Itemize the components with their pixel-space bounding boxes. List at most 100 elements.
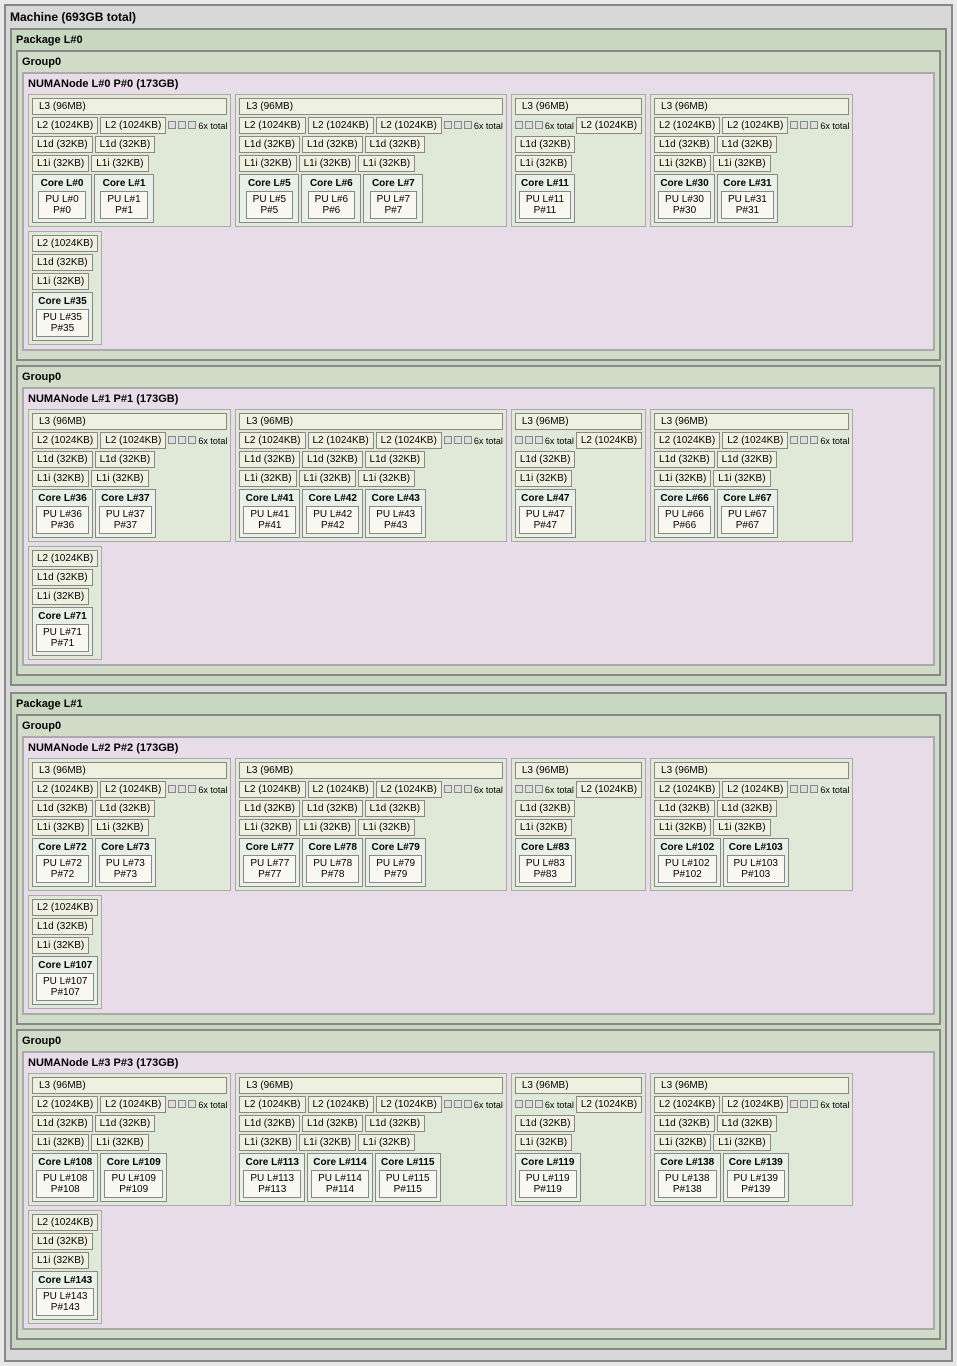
l1i-cache: L1i (32KB): [91, 470, 148, 487]
core-box: Core L#109PU L#109 P#109: [100, 1153, 166, 1202]
l1d-cache: L1d (32KB): [239, 800, 300, 817]
l2-row: L2 (1024KB)L2 (1024KB)L2 (1024KB)6x tota…: [239, 781, 503, 798]
l1i-row: L1i (32KB)L1i (32KB): [654, 1134, 849, 1151]
core-label: Core L#119: [521, 1157, 574, 1168]
l1i-cache: L1i (32KB): [32, 155, 89, 172]
core-box: Core L#115PU L#115 P#115: [375, 1153, 441, 1202]
core-label: Core L#72: [38, 842, 86, 853]
numa-segments: L3 (96MB)L2 (1024KB)L2 (1024KB)6x totalL…: [28, 1073, 929, 1324]
pu-box: PU L#114 P#114: [311, 1170, 369, 1198]
l1d-cache: L1d (32KB): [239, 136, 300, 153]
cache-segment: L3 (96MB)6x totalL2 (1024KB)L1d (32KB)L1…: [511, 94, 646, 227]
core-label: Core L#113: [246, 1157, 299, 1168]
l3-cache: L3 (96MB): [239, 1077, 503, 1094]
l1i-cache: L1i (32KB): [654, 470, 711, 487]
l2-cache: L2 (1024KB): [654, 781, 720, 798]
pu-box: PU L#41 P#41: [243, 506, 296, 534]
l1i-cache: L1i (32KB): [358, 470, 415, 487]
core-label: Core L#43: [371, 493, 419, 504]
l2-cache: L2 (1024KB): [376, 432, 442, 449]
pu-box: PU L#108 P#108: [36, 1170, 94, 1198]
pu-box: PU L#72 P#72: [36, 855, 89, 883]
l1i-cache: L1i (32KB): [358, 1134, 415, 1151]
l1d-row: L1d (32KB): [32, 918, 98, 935]
pu-box: PU L#11 P#11: [519, 191, 571, 219]
core-box: Core L#71PU L#71 P#71: [32, 607, 93, 656]
more-dots: [515, 436, 543, 445]
l1i-cache: L1i (32KB): [32, 1252, 89, 1269]
l2-cache: L2 (1024KB): [654, 117, 720, 134]
l3-cache: L3 (96MB): [32, 1077, 227, 1094]
l1i-row: L1i (32KB): [32, 273, 98, 290]
cache-segment: L3 (96MB)L2 (1024KB)L2 (1024KB)6x totalL…: [28, 1073, 231, 1206]
l2-row: L2 (1024KB)L2 (1024KB)L2 (1024KB)6x tota…: [239, 1096, 503, 1113]
pu-box: PU L#143 P#143: [36, 1288, 94, 1316]
cache-segment: L3 (96MB)L2 (1024KB)L2 (1024KB)6x totalL…: [650, 758, 853, 891]
l1i-row: L1i (32KB)L1i (32KB)L1i (32KB): [239, 1134, 503, 1151]
core-row: Core L#108PU L#108 P#108Core L#109PU L#1…: [32, 1153, 227, 1202]
more-dots: [168, 1100, 196, 1109]
l1d-cache: L1d (32KB): [515, 800, 576, 817]
package-box: Package L#0Group0NUMANode L#0 P#0 (173GB…: [10, 28, 947, 686]
core-row: Core L#113PU L#113 P#113Core L#114PU L#1…: [239, 1153, 503, 1202]
l2-row: L2 (1024KB)L2 (1024KB)6x total: [654, 432, 849, 449]
numa-title: NUMANode L#2 P#2 (173GB): [28, 742, 929, 754]
l1d-cache: L1d (32KB): [32, 800, 93, 817]
l1i-cache: L1i (32KB): [299, 1134, 356, 1151]
l1i-row: L1i (32KB): [32, 588, 98, 605]
l1d-row: L1d (32KB)L1d (32KB): [654, 800, 849, 817]
l1d-row: L1d (32KB): [32, 1233, 98, 1250]
pu-box: PU L#119 P#119: [519, 1170, 577, 1198]
l1d-cache: L1d (32KB): [239, 451, 300, 468]
l2-cache: L2 (1024KB): [576, 432, 642, 449]
core-row: Core L#5PU L#5 P#5Core L#6PU L#6 P#6Core…: [239, 174, 503, 223]
core-label: Core L#77: [246, 842, 294, 853]
core-label: Core L#35: [38, 296, 86, 307]
l2-row: L2 (1024KB)L2 (1024KB)6x total: [654, 117, 849, 134]
l2-cache: L2 (1024KB): [32, 117, 98, 134]
pu-box: PU L#43 P#43: [369, 506, 422, 534]
l2-cache: L2 (1024KB): [576, 117, 642, 134]
package-title: Package L#1: [16, 698, 941, 710]
l1d-cache: L1d (32KB): [365, 136, 426, 153]
l2-cache: L2 (1024KB): [32, 1214, 98, 1231]
core-label: Core L#139: [729, 1157, 783, 1168]
l1i-cache: L1i (32KB): [515, 470, 572, 487]
core-box: Core L#41PU L#41 P#41: [239, 489, 300, 538]
l2-cache: L2 (1024KB): [308, 781, 374, 798]
l2-cache: L2 (1024KB): [722, 117, 788, 134]
core-row: Core L#143PU L#143 P#143: [32, 1271, 98, 1320]
pu-box: PU L#5 P#5: [246, 191, 293, 219]
core-box: Core L#138PU L#138 P#138: [654, 1153, 720, 1202]
pu-box: PU L#77 P#77: [243, 855, 296, 883]
core-label: Core L#102: [660, 842, 714, 853]
l3-cache: L3 (96MB): [515, 98, 642, 115]
l1i-cache: L1i (32KB): [32, 937, 89, 954]
core-label: Core L#103: [729, 842, 783, 853]
numa-box: NUMANode L#0 P#0 (173GB)L3 (96MB)L2 (102…: [22, 72, 935, 351]
l1d-row: L1d (32KB): [32, 569, 98, 586]
l1i-row: L1i (32KB)L1i (32KB): [32, 155, 227, 172]
l2-cache: L2 (1024KB): [654, 1096, 720, 1113]
l1d-row: L1d (32KB)L1d (32KB): [654, 136, 849, 153]
more-dots: [444, 436, 472, 445]
core-label: Core L#5: [248, 178, 291, 189]
l1i-row: L1i (32KB)L1i (32KB)L1i (32KB): [239, 819, 503, 836]
more-dots: [168, 436, 196, 445]
core-label: Core L#138: [660, 1157, 714, 1168]
l1i-row: L1i (32KB): [515, 470, 642, 487]
l1i-cache: L1i (32KB): [299, 470, 356, 487]
more-dots: [168, 121, 196, 130]
cache-segment: L3 (96MB)L2 (1024KB)L2 (1024KB)6x totalL…: [650, 94, 853, 227]
pu-box: PU L#67 P#67: [721, 506, 774, 534]
more-dots: [790, 121, 818, 130]
l1i-row: L1i (32KB): [515, 1134, 642, 1151]
cache-segment: L3 (96MB)L2 (1024KB)L2 (1024KB)6x totalL…: [28, 758, 231, 891]
core-box: Core L#11PU L#11 P#11: [515, 174, 575, 223]
more-dots: [444, 785, 472, 794]
pu-box: PU L#0 P#0: [38, 191, 85, 219]
l1d-row: L1d (32KB)L1d (32KB)L1d (32KB): [239, 451, 503, 468]
core-label: Core L#66: [660, 493, 708, 504]
l3-cache: L3 (96MB): [239, 98, 503, 115]
more-dots: [790, 1100, 818, 1109]
